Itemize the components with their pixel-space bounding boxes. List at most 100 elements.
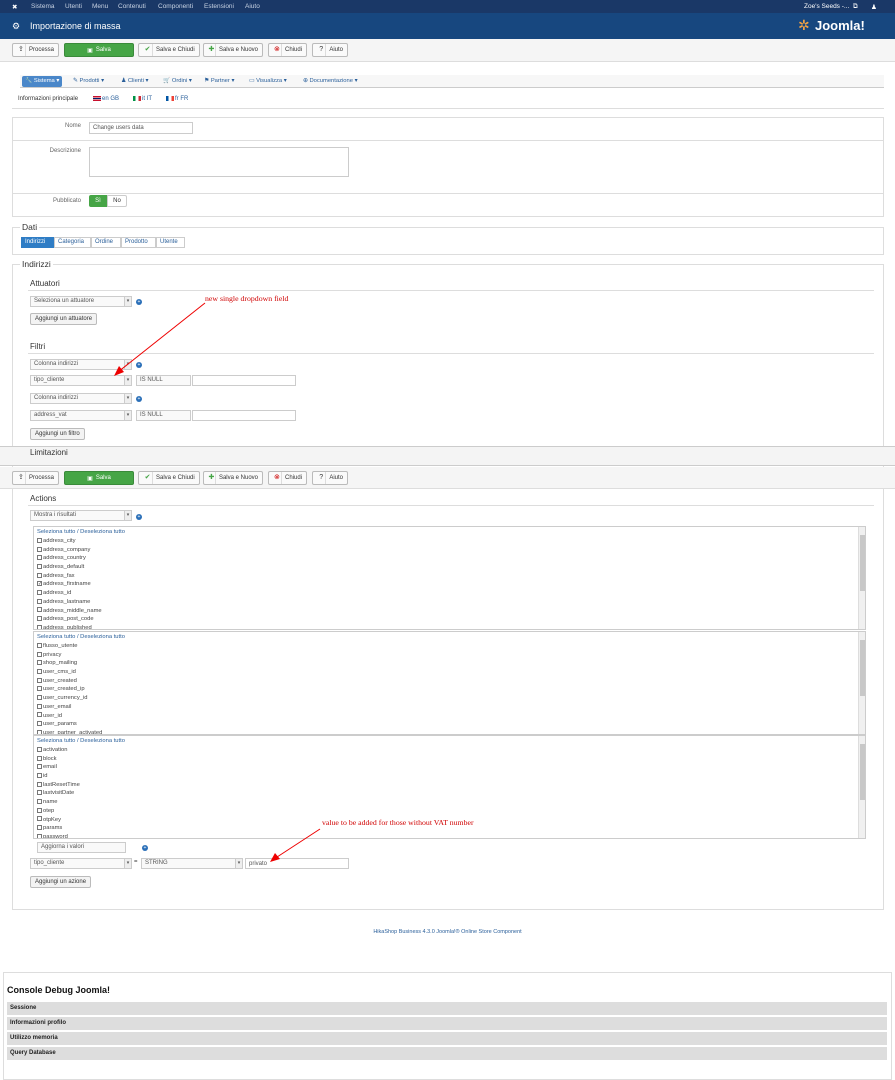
tab-partner[interactable]: ⚑ Partner ▾: [201, 76, 237, 87]
checkbox[interactable]: [37, 651, 42, 657]
debug-item-queries[interactable]: Query Database: [7, 1047, 887, 1060]
close-button[interactable]: ⊗ Chiudi: [268, 471, 307, 485]
checkbox[interactable]: [37, 607, 42, 613]
column-checkbox-item[interactable]: email: [34, 763, 865, 772]
checkbox[interactable]: [37, 764, 42, 770]
scrollbar[interactable]: [858, 527, 865, 629]
name-input[interactable]: Change users data: [89, 122, 193, 134]
checkbox[interactable]: [37, 642, 42, 648]
footer-link[interactable]: HikaShop Business 4.3.0 Joomla!® Online …: [0, 929, 895, 935]
checkbox[interactable]: [37, 799, 42, 805]
checkbox[interactable]: [37, 703, 42, 709]
lang-tab-it[interactable]: it IT: [133, 96, 152, 102]
menu-menu[interactable]: Menu: [92, 3, 108, 10]
tab-prodotto[interactable]: Prodotto: [121, 237, 156, 248]
published-yes-button[interactable]: Sì: [89, 195, 107, 207]
checkbox[interactable]: [37, 712, 42, 718]
checkbox[interactable]: [37, 660, 42, 666]
scrollbar[interactable]: [858, 632, 865, 734]
checkbox[interactable]: [37, 555, 42, 561]
column-checkbox-item[interactable]: activation: [34, 746, 865, 755]
checkbox[interactable]: [37, 825, 42, 831]
debug-item-session[interactable]: Sessione: [7, 1002, 887, 1015]
checkbox[interactable]: [37, 686, 42, 692]
tab-ordine[interactable]: Ordine: [91, 237, 121, 248]
tab-indirizzi[interactable]: Indirizzi: [21, 237, 54, 248]
column-checkbox-item[interactable]: address_middle_name: [34, 607, 865, 616]
scrollbar[interactable]: [858, 736, 865, 838]
checkbox[interactable]: [37, 616, 42, 622]
site-link[interactable]: Zoe's Seeds -...: [804, 3, 849, 10]
published-no-button[interactable]: No: [107, 195, 127, 207]
update-values-select[interactable]: Aggiorna i valori: [37, 842, 126, 853]
scrollbar-thumb[interactable]: [860, 640, 865, 697]
select-all-link[interactable]: Seleziona tutto / Deseleziona tutto: [34, 736, 865, 746]
scrollbar-thumb[interactable]: [860, 535, 865, 592]
tab-utente[interactable]: Utente: [156, 237, 185, 248]
joomla-icon[interactable]: ✖: [12, 3, 17, 11]
column-checkbox-item[interactable]: lastResetTime: [34, 781, 865, 790]
column-checkbox-item[interactable]: user_params: [34, 720, 865, 729]
checkbox[interactable]: [37, 598, 42, 604]
scrollbar-thumb[interactable]: [860, 744, 865, 801]
tab-visualizza[interactable]: ▭ Visualizza ▾: [246, 76, 290, 87]
column-checkbox-item[interactable]: user_id: [34, 712, 865, 721]
save-new-button[interactable]: ✚ Salva e Nuovo: [203, 471, 263, 485]
filter-column-select-2[interactable]: Colonna indirizzi ▾: [30, 393, 132, 404]
add-icon[interactable]: +: [136, 514, 142, 520]
debug-item-memory[interactable]: Utilizzo memoria: [7, 1032, 887, 1045]
columns-listbox-address[interactable]: Seleziona tutto / Deseleziona tutto addr…: [33, 526, 866, 630]
column-checkbox-item[interactable]: password: [34, 833, 865, 838]
column-checkbox-item[interactable]: address_lastname: [34, 598, 865, 607]
select-all-link[interactable]: Seleziona tutto / Deseleziona tutto: [34, 632, 865, 642]
column-checkbox-item[interactable]: address_published: [34, 624, 865, 629]
add-action-button[interactable]: Aggiungi un azione: [30, 876, 92, 888]
process-button[interactable]: ⇪ Processa: [12, 43, 59, 57]
column-checkbox-item[interactable]: address_city: [34, 537, 865, 546]
column-checkbox-item[interactable]: shop_mailing: [34, 659, 865, 668]
checkbox[interactable]: [37, 624, 42, 629]
column-checkbox-item[interactable]: address_id: [34, 589, 865, 598]
column-checkbox-item[interactable]: id: [34, 772, 865, 781]
columns-listbox-user[interactable]: Seleziona tutto / Deseleziona tutto flus…: [33, 631, 866, 735]
column-checkbox-item[interactable]: ✓address_firstname: [34, 580, 865, 589]
checkbox[interactable]: [37, 746, 42, 752]
checkbox[interactable]: [37, 807, 42, 813]
tab-categoria[interactable]: Categoria: [54, 237, 91, 248]
filter-field-select-2[interactable]: address_vat ▾: [30, 410, 132, 421]
menu-estensioni[interactable]: Estensioni: [204, 3, 234, 10]
help-button[interactable]: ? Aiuto: [312, 471, 348, 485]
column-checkbox-item[interactable]: user_email: [34, 703, 865, 712]
description-textarea[interactable]: [89, 147, 349, 177]
debug-item-profile[interactable]: Informazioni profilo: [7, 1017, 887, 1030]
column-checkbox-item[interactable]: lastvisitDate: [34, 789, 865, 798]
column-checkbox-item[interactable]: user_created: [34, 677, 865, 686]
lang-tab-en[interactable]: en GB: [93, 96, 119, 102]
checkbox[interactable]: [37, 590, 42, 596]
checkbox[interactable]: [37, 790, 42, 796]
column-checkbox-item[interactable]: flusso_utente: [34, 642, 865, 651]
action-select[interactable]: Mostra i risultati ▾: [30, 510, 132, 521]
tab-clienti[interactable]: ♟ Clienti ▾: [118, 76, 151, 87]
column-checkbox-item[interactable]: name: [34, 798, 865, 807]
checkbox[interactable]: [37, 773, 42, 779]
column-checkbox-item[interactable]: user_created_ip: [34, 685, 865, 694]
checkbox[interactable]: [37, 546, 42, 552]
checkbox[interactable]: [37, 572, 42, 578]
tab-documentazione[interactable]: ⊕ Documentazione ▾: [300, 76, 361, 87]
add-attuatore-button[interactable]: Aggiungi un attuatore: [30, 313, 98, 325]
column-checkbox-item[interactable]: address_post_code: [34, 615, 865, 624]
checkbox[interactable]: [37, 537, 42, 543]
process-button[interactable]: ⇪ Processa: [12, 471, 59, 485]
close-button[interactable]: ⊗ Chiudi: [268, 43, 307, 57]
checkbox[interactable]: [37, 781, 42, 787]
menu-contenuti[interactable]: Contenuti: [118, 3, 146, 10]
column-checkbox-item[interactable]: user_cms_id: [34, 668, 865, 677]
user-icon[interactable]: ♟: [871, 3, 877, 11]
help-button[interactable]: ? Aiuto: [312, 43, 348, 57]
lang-tab-fr[interactable]: fr FR: [166, 96, 188, 102]
add-icon[interactable]: +: [136, 396, 142, 402]
checkbox[interactable]: [37, 755, 42, 761]
checkbox[interactable]: [37, 833, 42, 838]
save-button[interactable]: ▣ Salva: [64, 471, 134, 485]
